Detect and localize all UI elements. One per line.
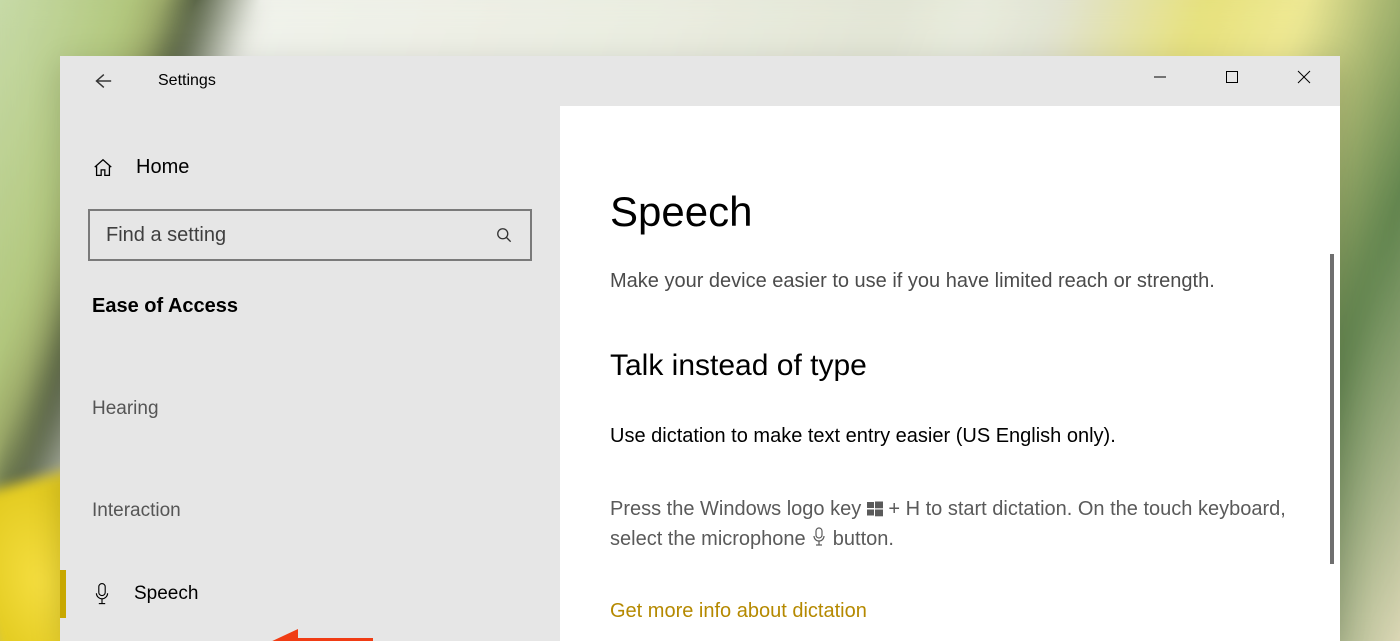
dictation-hint: Press the Windows logo key + H to start … — [610, 494, 1290, 554]
search-icon — [494, 225, 514, 245]
sidebar-home[interactable]: Home — [88, 156, 532, 179]
sidebar-group-interaction: Interaction — [88, 500, 532, 522]
maximize-button[interactable] — [1196, 56, 1268, 98]
back-button[interactable] — [74, 56, 130, 106]
dictation-info-link[interactable]: Get more info about dictation — [610, 600, 867, 623]
settings-window: Settings Home — [60, 56, 1340, 641]
window-body: Home Ease of Access Hearing Interaction — [60, 106, 1340, 641]
section-talk-title: Talk instead of type — [610, 349, 1290, 383]
search-box[interactable] — [88, 209, 532, 261]
close-button[interactable] — [1268, 56, 1340, 98]
sidebar-section-title: Ease of Access — [88, 295, 532, 318]
content-pane: Speech Make your device easier to use if… — [560, 106, 1340, 641]
page-title: Speech — [610, 188, 1290, 236]
sidebar-group-hearing: Hearing — [88, 398, 532, 420]
sidebar-item-label: Speech — [134, 583, 198, 605]
sidebar-item-speech[interactable]: Speech — [88, 566, 532, 622]
titlebar: Settings — [60, 56, 1340, 106]
window-title: Settings — [158, 72, 216, 90]
maximize-icon — [1225, 70, 1239, 84]
minimize-button[interactable] — [1124, 56, 1196, 98]
windows-logo-icon — [867, 496, 883, 512]
arrow-left-icon — [91, 70, 113, 92]
page-lead: Make your device easier to use if you ha… — [610, 270, 1290, 293]
close-icon — [1297, 70, 1311, 84]
microphone-inline-icon — [811, 526, 827, 542]
sidebar-home-label: Home — [136, 156, 189, 179]
minimize-icon — [1153, 70, 1167, 84]
search-input[interactable] — [106, 224, 494, 247]
section-talk-para: Use dictation to make text entry easier … — [610, 425, 1290, 448]
sidebar: Home Ease of Access Hearing Interaction — [60, 106, 560, 641]
microphone-icon — [92, 582, 112, 606]
hint-text-3: button. — [833, 528, 894, 550]
scrollbar[interactable] — [1330, 254, 1334, 564]
window-controls — [1124, 56, 1340, 98]
hint-text-1: Press the Windows logo key — [610, 498, 867, 520]
home-icon — [92, 157, 114, 179]
